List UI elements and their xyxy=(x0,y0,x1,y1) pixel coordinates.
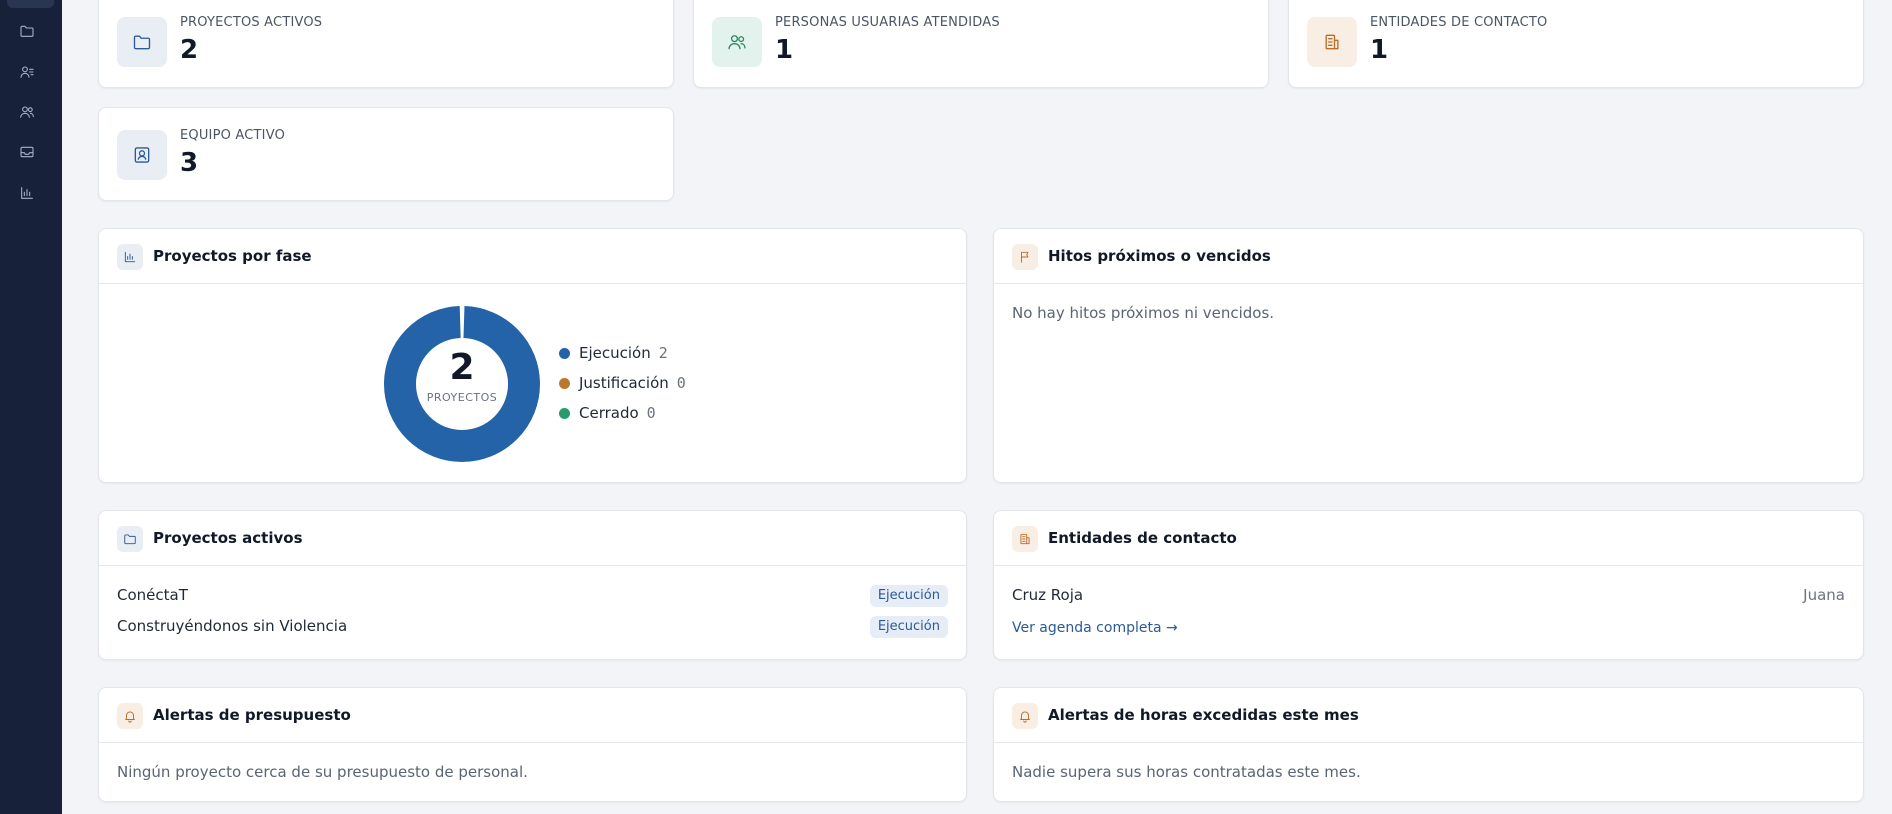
legend-count: 0 xyxy=(676,374,686,392)
legend-label: Justificación xyxy=(579,374,669,392)
panel-header: Alertas de horas excedidas este mes xyxy=(994,688,1863,743)
stat-card-active-team: EQUIPO ACTIVO 3 xyxy=(98,107,674,201)
stat-value: 1 xyxy=(1370,35,1389,65)
sidebar xyxy=(0,0,62,814)
stat-label: ENTIDADES DE CONTACTO xyxy=(1370,15,1548,30)
inbox-icon[interactable] xyxy=(18,143,36,161)
panel-header: Hitos próximos o vencidos xyxy=(994,229,1863,284)
milestones-panel: Hitos próximos o vencidos No hay hitos p… xyxy=(993,228,1864,483)
contact-name[interactable]: Cruz Roja xyxy=(1012,586,1083,604)
phase-badge: Ejecución xyxy=(869,616,948,638)
users-icon xyxy=(712,17,762,67)
empty-message: Ningún proyecto cerca de su presupuesto … xyxy=(117,763,528,781)
bar-chart-icon[interactable] xyxy=(18,184,36,202)
stat-card-active-projects: PROYECTOS ACTIVOS 2 xyxy=(98,0,674,88)
legend-item: Justificación 0 xyxy=(559,374,686,392)
empty-message: Nadie supera sus horas contratadas este … xyxy=(1012,763,1361,781)
budget-alerts-panel: Alertas de presupuesto Ningún proyecto c… xyxy=(98,687,967,802)
legend-item: Ejecución 2 xyxy=(559,344,668,362)
bar-chart-icon xyxy=(117,244,143,270)
legend-item: Cerrado 0 xyxy=(559,404,656,422)
legend-label: Cerrado xyxy=(579,404,639,422)
contact-entities-panel: Entidades de contacto Cruz Roja Juana Ve… xyxy=(993,510,1864,660)
building-icon xyxy=(1307,17,1357,67)
stat-label: PERSONAS USUARIAS ATENDIDAS xyxy=(775,15,1000,30)
donut-center-value: 2 xyxy=(449,347,475,388)
folder-icon xyxy=(117,17,167,67)
panel-header: Proyectos activos xyxy=(99,511,966,566)
stat-value: 3 xyxy=(180,148,199,178)
stat-label: EQUIPO ACTIVO xyxy=(180,128,286,143)
legend-count: 2 xyxy=(658,344,668,362)
legend-dot xyxy=(559,407,570,419)
stat-value: 2 xyxy=(180,35,199,65)
panel-title: Hitos próximos o vencidos xyxy=(1048,247,1271,265)
stat-label: PROYECTOS ACTIVOS xyxy=(180,15,323,30)
flag-icon xyxy=(1012,244,1038,270)
hours-alerts-panel: Alertas de horas excedidas este mes Nadi… xyxy=(993,687,1864,802)
folder-icon xyxy=(117,526,143,552)
panel-header: Proyectos por fase xyxy=(99,229,966,284)
active-projects-panel: Proyectos activos ConéctaT Ejecución Con… xyxy=(98,510,967,660)
legend-dot xyxy=(559,377,570,389)
projects-by-phase-panel: Proyectos por fase 2 PROYECTOS Ejecución… xyxy=(98,228,967,483)
building-icon xyxy=(1012,526,1038,552)
empty-message: No hay hitos próximos ni vencidos. xyxy=(1012,304,1275,322)
donut-center-label: PROYECTOS xyxy=(426,391,498,404)
folder-icon[interactable] xyxy=(18,22,36,40)
user-list-icon[interactable] xyxy=(18,63,36,81)
stat-card-users-attended: PERSONAS USUARIAS ATENDIDAS 1 xyxy=(693,0,1269,88)
panel-header: Entidades de contacto xyxy=(994,511,1863,566)
id-badge-icon xyxy=(117,130,167,180)
legend-count: 0 xyxy=(646,404,656,422)
bell-icon xyxy=(117,703,143,729)
project-name[interactable]: Construyéndonos sin Violencia xyxy=(117,617,347,635)
legend-dot xyxy=(559,347,570,359)
legend-label: Ejecución xyxy=(579,344,651,362)
view-agenda-link[interactable]: Ver agenda completa → xyxy=(1012,620,1178,636)
project-name[interactable]: ConéctaT xyxy=(117,586,188,604)
panel-title: Proyectos activos xyxy=(153,529,303,547)
phase-badge: Ejecución xyxy=(869,585,948,607)
panel-header: Alertas de presupuesto xyxy=(99,688,966,743)
panel-title: Alertas de presupuesto xyxy=(153,706,351,724)
panel-title: Alertas de horas excedidas este mes xyxy=(1048,706,1359,724)
panel-title: Entidades de contacto xyxy=(1048,529,1237,547)
bell-icon xyxy=(1012,703,1038,729)
users-icon[interactable] xyxy=(18,103,36,121)
stat-value: 1 xyxy=(775,35,794,65)
contact-person: Juana xyxy=(1803,586,1845,604)
sidebar-active-indicator[interactable] xyxy=(7,0,54,8)
panel-title: Proyectos por fase xyxy=(153,247,312,265)
stat-card-contact-entities: ENTIDADES DE CONTACTO 1 xyxy=(1288,0,1864,88)
